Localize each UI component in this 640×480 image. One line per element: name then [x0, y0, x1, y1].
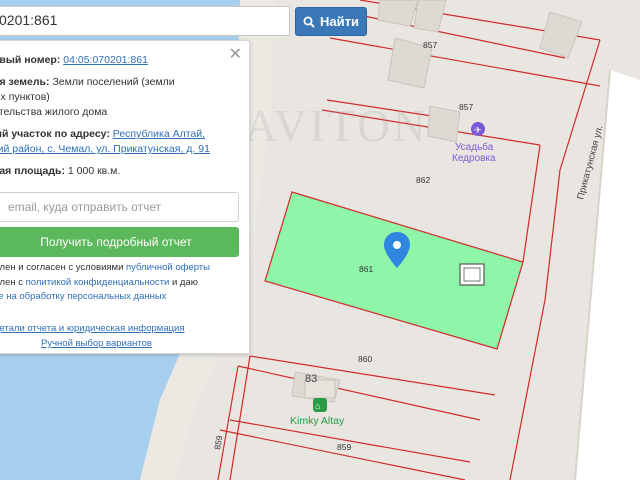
poi-label-kedrovka-line2[interactable]: Кедровка: [452, 153, 496, 164]
house-number-83: 83: [305, 373, 317, 385]
plot-label-860: 860: [358, 354, 372, 364]
plot-label-859-side: 859: [212, 434, 224, 450]
report-details-link[interactable]: Детали отчета и юридическая информация: [0, 321, 185, 336]
public-offer-link[interactable]: публичной оферты: [126, 262, 210, 273]
address-row: ый участок по адресу: Республика Алтай,: [0, 127, 205, 142]
poi-label-kimky[interactable]: Kimky Altay: [290, 415, 345, 427]
plot-label-859: 859: [337, 442, 351, 452]
email-field[interactable]: email, куда отправить отчет: [0, 192, 239, 222]
land-category-value: Земли поселений (земли: [52, 76, 175, 88]
cadastral-number-label: овый номер:: [0, 54, 61, 66]
search-input-value: 0201:861: [0, 12, 58, 28]
terms-text-1: млен и согласен с условиями: [0, 262, 127, 273]
address-link-1[interactable]: Республика Алтай,: [113, 128, 205, 140]
parcel-info-panel: ✕ овый номер: 04:05:070201:861 ия земель…: [0, 40, 250, 354]
area-row: ная площадь: 1 000 кв.м.: [0, 164, 120, 179]
address-link-2[interactable]: кий район, с. Чемал, ул. Прикатунская, д…: [0, 142, 210, 157]
street-road: [575, 70, 640, 480]
buildings: [291, 0, 583, 403]
area-value: 1 000 кв.м.: [67, 165, 121, 177]
terms-row-2: млен с политикой конфиденциальности и да…: [0, 275, 198, 290]
poi-label-kedrovka-line1[interactable]: Усадьба: [455, 141, 494, 153]
terms-row-1: млен и согласен с условиями публичной оф…: [0, 260, 210, 275]
poi-icon-kedrovka-glyph: ✈: [474, 125, 482, 135]
permitted-use: ительства жилого дома: [0, 106, 108, 118]
plot-label-861: 861: [359, 264, 373, 274]
personal-data-consent-link[interactable]: ие на обработку персональных данных: [0, 289, 166, 304]
land-category-row: ия земель: Земли поселений (земли: [0, 75, 175, 90]
land-category-label: ия земель:: [0, 76, 50, 88]
plot-label-857-top: 857: [423, 40, 437, 50]
search-icon: [303, 16, 315, 28]
land-category-cont: ых пунктов): [0, 91, 50, 103]
plot-label-862: 862: [416, 175, 430, 185]
cadastral-number-row: овый номер: 04:05:070201:861: [0, 53, 148, 68]
building-861-inner: [463, 267, 481, 282]
address-label: ый участок по адресу:: [0, 128, 110, 140]
search-button-label: Найти: [320, 14, 359, 29]
area-label: ная площадь:: [0, 165, 65, 177]
plot-label-857: 857: [459, 102, 473, 112]
terms-text-2c: и даю: [169, 277, 198, 288]
search-input[interactable]: 0201:861: [0, 6, 290, 36]
close-icon[interactable]: ✕: [229, 44, 242, 64]
manual-selection-link[interactable]: Ручной выбор вариантов: [41, 336, 152, 351]
search-button[interactable]: Найти: [295, 7, 367, 36]
cadastral-number-link[interactable]: 04:05:070201:861: [63, 54, 148, 66]
terms-text-2: млен с: [0, 277, 23, 288]
privacy-policy-link[interactable]: политикой конфиденциальности: [26, 277, 170, 288]
get-report-button[interactable]: Получить подробный отчет: [0, 227, 239, 257]
poi-icon-kimky-glyph: ⌂: [315, 401, 320, 411]
